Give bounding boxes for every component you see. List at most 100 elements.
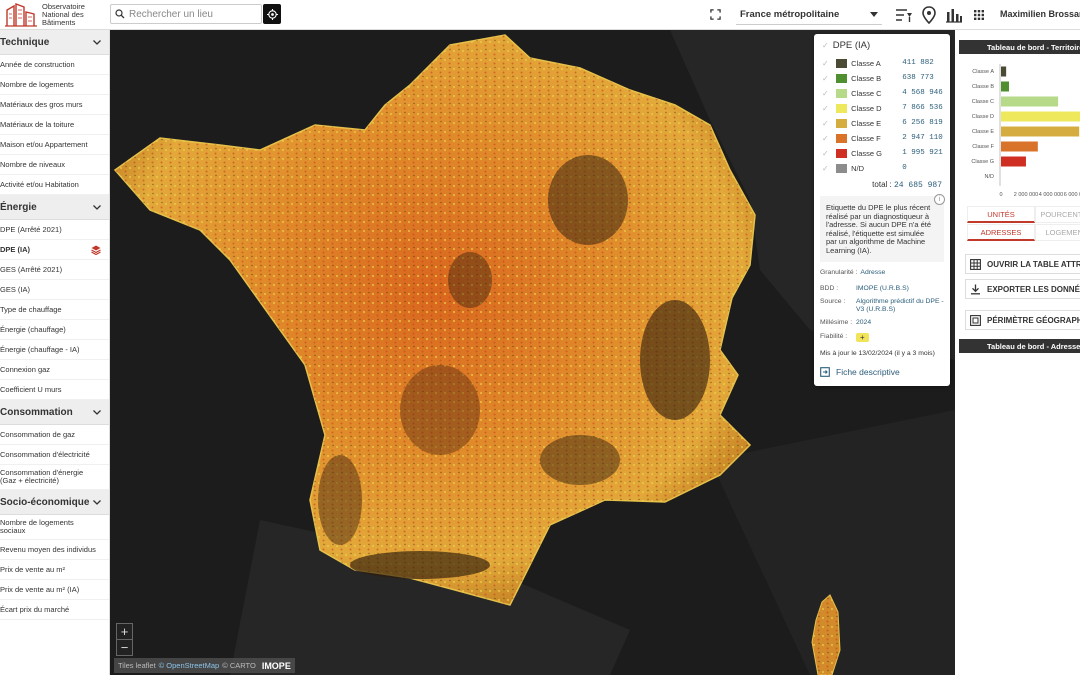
map-pin-icon: [922, 6, 936, 24]
layer-item[interactable]: Nombre de niveaux: [0, 155, 109, 175]
chart-category-label: Classe G: [971, 159, 994, 165]
legend-class-row[interactable]: ✓ Classe G 1 995 921: [822, 146, 946, 160]
layer-item[interactable]: Énergie (chauffage): [0, 320, 109, 340]
info-icon[interactable]: i: [934, 194, 945, 205]
meta-value: Algorithme prédictif du DPE - V3 (U.R.B.…: [856, 298, 944, 313]
locate-button[interactable]: [263, 4, 281, 24]
zoom-out-button[interactable]: −: [116, 639, 133, 656]
layer-item[interactable]: Connexion gaz: [0, 360, 109, 380]
layer-item[interactable]: GES (Arrêté 2021): [0, 260, 109, 280]
class-count: 6 256 819: [902, 119, 943, 127]
check-icon[interactable]: ✓: [822, 74, 830, 83]
layer-item[interactable]: Consommation d'électricité: [0, 445, 109, 465]
check-icon[interactable]: ✓: [822, 59, 830, 68]
layer-label: Matériaux des gros murs: [0, 100, 83, 109]
check-icon[interactable]: ✓: [822, 89, 830, 98]
dashboard-header-adresse[interactable]: Tableau de bord - Adresse: [959, 339, 1080, 353]
meta-key: Fiabilité :: [820, 333, 848, 340]
check-icon[interactable]: ✓: [822, 119, 830, 128]
legend-class-row[interactable]: ✓ Classe F 2 947 110: [822, 131, 946, 145]
export-data-button[interactable]: EXPORTER LES DONNÉES: [965, 279, 1080, 299]
check-icon[interactable]: ✓: [822, 149, 830, 158]
legend-class-row[interactable]: ✓ Classe D 7 866 536: [822, 101, 946, 115]
chart-bar: [1001, 126, 1080, 137]
chart-category-label: Classe F: [972, 144, 994, 150]
tab-logements[interactable]: LOGEMENTS: [1035, 224, 1080, 241]
meta-key: Granularité :: [820, 269, 858, 276]
section-title: Énergie: [0, 201, 37, 213]
attribution-carto-link[interactable]: © CARTO: [222, 661, 256, 670]
layer-item[interactable]: Matériaux des gros murs: [0, 95, 109, 115]
logo-line-3: Bâtiments: [42, 17, 76, 27]
layer-label: DPE (IA): [0, 245, 30, 254]
check-icon[interactable]: ✓: [822, 164, 830, 173]
territory-select[interactable]: France métropolitaine: [736, 5, 882, 25]
layer-label: Énergie (chauffage - IA): [0, 345, 80, 354]
legend-class-row[interactable]: ✓ N/D 0: [822, 161, 946, 175]
class-count: 2 947 110: [902, 134, 943, 142]
class-swatch: [836, 88, 848, 98]
layer-item[interactable]: Nombre de logements sociaux: [0, 515, 109, 540]
class-label: Classe E: [851, 118, 882, 128]
section-consommation[interactable]: Consommation: [0, 400, 109, 425]
legend-title[interactable]: ✓ DPE (IA): [822, 40, 870, 51]
search-input[interactable]: [129, 8, 259, 20]
attribution-osm-link[interactable]: © OpenStreetMap: [159, 661, 220, 670]
layer-item[interactable]: Écart prix du marché: [0, 600, 109, 620]
tab-adresses[interactable]: ADRESSES: [967, 224, 1035, 241]
section-technique[interactable]: Technique: [0, 30, 109, 55]
layer-item[interactable]: Nombre de logements: [0, 75, 109, 95]
layer-item[interactable]: Revenu moyen des individus: [0, 540, 109, 560]
fullscreen-button[interactable]: [708, 7, 722, 21]
layer-item[interactable]: Consommation de gaz: [0, 425, 109, 445]
geographic-perimeter-button[interactable]: PÉRIMÈTRE GÉOGRAPHIQUE: [965, 310, 1080, 330]
layer-item[interactable]: Prix de vente au m²: [0, 560, 109, 580]
layer-item[interactable]: Année de construction: [0, 55, 109, 75]
layer-item[interactable]: Coefficient U murs: [0, 380, 109, 400]
layer-item[interactable]: Maison et/ou Appartement: [0, 135, 109, 155]
attribution-leaflet[interactable]: Tiles leaflet: [118, 661, 156, 670]
chart-bar: [1001, 156, 1026, 167]
layer-item[interactable]: Activité et/ou Habitation: [0, 175, 109, 195]
section-socio-economique[interactable]: Socio-économique: [0, 490, 109, 515]
layer-item[interactable]: Consommation d'énergie (Gaz + électricit…: [0, 465, 109, 490]
tab-unites[interactable]: UNITÉS: [967, 206, 1035, 223]
class-count: 4 568 946: [902, 89, 943, 97]
legend-class-row[interactable]: ✓ Classe A 411 882: [822, 56, 946, 70]
layer-item[interactable]: Énergie (chauffage - IA): [0, 340, 109, 360]
layer-label: Écart prix du marché: [0, 605, 70, 614]
total-label: total :: [872, 180, 892, 189]
layer-item[interactable]: GES (IA): [0, 280, 109, 300]
dashboard-header-territoire[interactable]: Tableau de bord - Territoire: [959, 40, 1080, 54]
class-label: Classe G: [851, 148, 882, 158]
legend-class-row[interactable]: ✓ Classe B 638 773: [822, 71, 946, 85]
legend-panel: ✓ DPE (IA) ✓ Classe A 411 882 ✓ Classe B…: [814, 34, 950, 386]
apps-button[interactable]: [969, 5, 989, 25]
section-energie[interactable]: Énergie: [0, 195, 109, 220]
open-attribute-table-button[interactable]: OUVRIR LA TABLE ATTRIBUTAIRE: [965, 254, 1080, 274]
tab-pourcentage[interactable]: POURCENTAGE: [1035, 206, 1080, 223]
chart-category-label: Classe D: [972, 114, 994, 120]
fiche-descriptive-link[interactable]: Fiche descriptive: [820, 367, 900, 377]
layer-item[interactable]: Matériaux de la toiture: [0, 115, 109, 135]
class-count: 411 882: [902, 59, 934, 67]
zoom-in-button[interactable]: +: [116, 623, 133, 640]
legend-class-row[interactable]: ✓ Classe E 6 256 819: [822, 116, 946, 130]
class-label: Classe A: [851, 58, 881, 68]
layer-item[interactable]: Prix de vente au m² (IA): [0, 580, 109, 600]
layer-item-active[interactable]: DPE (IA): [0, 240, 109, 260]
class-swatch: [836, 103, 848, 113]
check-icon[interactable]: ✓: [822, 134, 830, 143]
layer-label: Connexion gaz: [0, 365, 51, 374]
logo[interactable]: Observatoire National des Bâtiments: [0, 0, 105, 30]
layer-item[interactable]: Type de chauffage: [0, 300, 109, 320]
legend-class-row[interactable]: ✓ Classe C 4 568 946: [822, 86, 946, 100]
check-icon[interactable]: ✓: [822, 104, 830, 113]
location-pin-button[interactable]: [919, 5, 939, 25]
layer-item[interactable]: DPE (Arrêté 2021): [0, 220, 109, 240]
statistics-button[interactable]: [944, 5, 964, 25]
filter-button[interactable]: [894, 5, 914, 25]
chart-tick-label: 6 000 000: [1064, 192, 1080, 198]
layers-icon: [91, 245, 101, 255]
user-menu[interactable]: Maximilien Brossard: [1000, 9, 1080, 19]
